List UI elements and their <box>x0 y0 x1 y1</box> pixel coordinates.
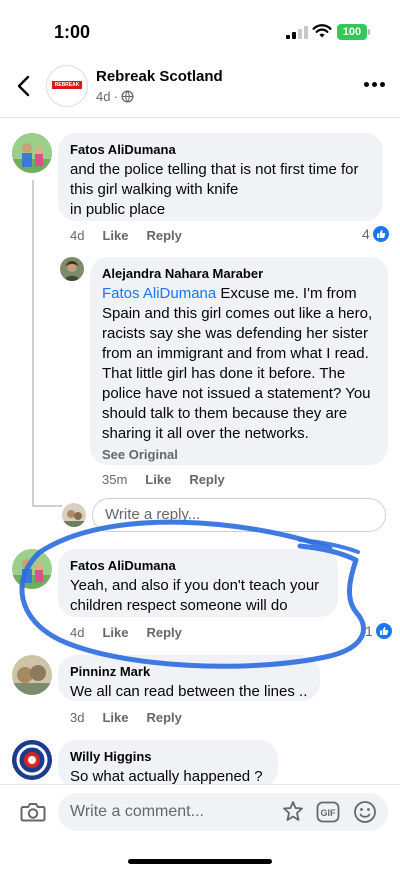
avatar[interactable] <box>12 655 52 695</box>
like-button[interactable]: Like <box>145 472 171 487</box>
comment-actions: 4d Like Reply <box>70 625 200 640</box>
avatar[interactable] <box>60 257 84 281</box>
reaction-number: 1 <box>365 623 373 639</box>
svg-text:GIF: GIF <box>321 808 337 818</box>
comment-composer: Write a comment... GIF <box>0 784 400 870</box>
more-icon[interactable] <box>364 82 386 88</box>
comment-input[interactable]: Write a comment... GIF <box>58 793 388 831</box>
gif-icon[interactable]: GIF <box>316 801 340 823</box>
reaction-count[interactable]: 1 <box>365 623 392 639</box>
reply-button[interactable]: Reply <box>189 472 224 487</box>
like-button[interactable]: Like <box>102 625 128 640</box>
back-icon[interactable] <box>14 74 34 98</box>
like-button[interactable]: Like <box>102 710 128 725</box>
comment-author[interactable]: Pinninz Mark <box>70 663 308 680</box>
avatar[interactable] <box>12 133 52 173</box>
comment-bubble[interactable]: Fatos AliDumana and the police telling t… <box>58 133 383 221</box>
avatar-sticker-icon[interactable] <box>280 799 306 825</box>
post-meta: 4d · <box>96 89 134 104</box>
see-original-link[interactable]: See Original <box>102 447 376 462</box>
comment-author[interactable]: Fatos AliDumana <box>70 557 326 574</box>
comment-text: and the police telling that is not first… <box>70 161 359 218</box>
wifi-icon <box>312 24 332 38</box>
status-bar: 1:00 100 <box>0 0 400 62</box>
reaction-count[interactable]: 4 <box>362 226 389 242</box>
reply-button[interactable]: Reply <box>146 625 181 640</box>
comment-author[interactable]: Alejandra Nahara Maraber <box>102 265 376 282</box>
thread-line <box>32 180 34 506</box>
emoji-icon[interactable] <box>352 799 378 825</box>
page-avatar[interactable]: REBREAK NEWS <box>46 65 88 107</box>
comment-time: 35m <box>102 472 128 487</box>
reaction-number: 4 <box>362 226 370 242</box>
reply-button[interactable]: Reply <box>146 228 181 243</box>
comment-author[interactable]: Fatos AliDumana <box>70 141 371 158</box>
comment-actions: 35m Like Reply <box>102 472 243 487</box>
like-icon <box>375 623 392 639</box>
comment-time: 3d <box>70 710 85 725</box>
own-avatar <box>62 503 86 527</box>
globe-icon <box>121 90 134 103</box>
like-icon <box>372 226 389 242</box>
signal-icon <box>286 26 308 39</box>
meta-separator: · <box>113 89 118 104</box>
like-button[interactable]: Like <box>102 228 128 243</box>
comment-time: 4d <box>70 228 85 243</box>
page-name[interactable]: Rebreak Scotland <box>96 68 223 85</box>
comment-bubble[interactable]: Fatos AliDumana Yeah, and also if you do… <box>58 549 338 617</box>
thread-connector <box>32 505 62 507</box>
comment-bubble[interactable]: Willy Higgins So what actually happened … <box>58 740 278 788</box>
comment-actions: 3d Like Reply <box>70 710 200 725</box>
header-divider <box>0 117 400 118</box>
post-age: 4d <box>96 89 111 104</box>
reply-body: Excuse me. I'm from Spain and this girl … <box>102 285 373 442</box>
camera-icon[interactable] <box>20 801 46 823</box>
comment-author[interactable]: Willy Higgins <box>70 748 266 765</box>
reply-input[interactable]: Write a reply... <box>92 498 386 532</box>
avatar[interactable] <box>12 549 52 589</box>
comment-text: Fatos AliDumana Excuse me. I'm from Spai… <box>102 284 376 444</box>
battery-indicator: 100 <box>337 24 370 40</box>
reply-bubble[interactable]: Alejandra Nahara Maraber Fatos AliDumana… <box>90 257 388 465</box>
comment-actions: 4d Like Reply <box>70 228 200 243</box>
status-time: 1:00 <box>54 22 91 42</box>
mention-link[interactable]: Fatos AliDumana <box>102 285 216 302</box>
reply-button[interactable]: Reply <box>146 710 181 725</box>
post-header: REBREAK NEWS Rebreak Scotland 4d · <box>0 62 400 118</box>
comment-text: Yeah, and also if you don't teach your c… <box>70 577 320 614</box>
comment-bubble[interactable]: Pinninz Mark We all can read between the… <box>58 655 320 701</box>
home-indicator <box>128 859 272 864</box>
page-logo: REBREAK NEWS <box>52 81 82 96</box>
comment-text: We all can read between the lines .. <box>70 683 308 700</box>
comment-input-placeholder: Write a comment... <box>70 803 204 820</box>
comment-time: 4d <box>70 625 85 640</box>
avatar[interactable] <box>12 740 52 780</box>
